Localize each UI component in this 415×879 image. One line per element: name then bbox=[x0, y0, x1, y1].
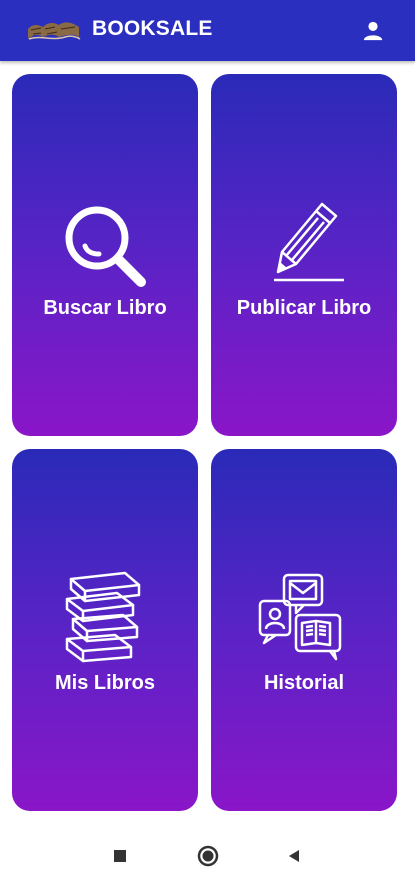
card-label: Publicar Libro bbox=[236, 297, 372, 319]
card-label: Buscar Libro bbox=[43, 297, 167, 319]
messages-icon bbox=[211, 571, 397, 667]
card-label: Mis Libros bbox=[54, 672, 155, 694]
book-stack-icon bbox=[12, 569, 198, 665]
magnifier-icon bbox=[12, 198, 198, 294]
search-book-card[interactable]: Buscar Libro bbox=[12, 74, 198, 436]
app-title: BOOKSALE bbox=[92, 17, 213, 40]
home-button[interactable] bbox=[195, 843, 221, 869]
profile-button[interactable] bbox=[357, 15, 389, 47]
circle-icon bbox=[197, 845, 219, 867]
system-nav-bar bbox=[0, 829, 415, 879]
booksale-logo-icon bbox=[25, 15, 82, 47]
card-label: Historial bbox=[263, 672, 345, 694]
square-icon bbox=[114, 850, 126, 862]
my-books-card[interactable]: Mis Libros bbox=[12, 449, 198, 811]
pencil-icon bbox=[211, 194, 397, 290]
publish-book-card[interactable]: Publicar Libro bbox=[211, 74, 397, 436]
history-card[interactable]: Historial bbox=[211, 449, 397, 811]
back-button[interactable] bbox=[282, 844, 306, 868]
triangle-back-icon bbox=[289, 850, 299, 862]
person-icon bbox=[363, 21, 383, 41]
recents-button[interactable] bbox=[108, 844, 132, 868]
app-bar: BOOKSALE bbox=[0, 0, 415, 61]
